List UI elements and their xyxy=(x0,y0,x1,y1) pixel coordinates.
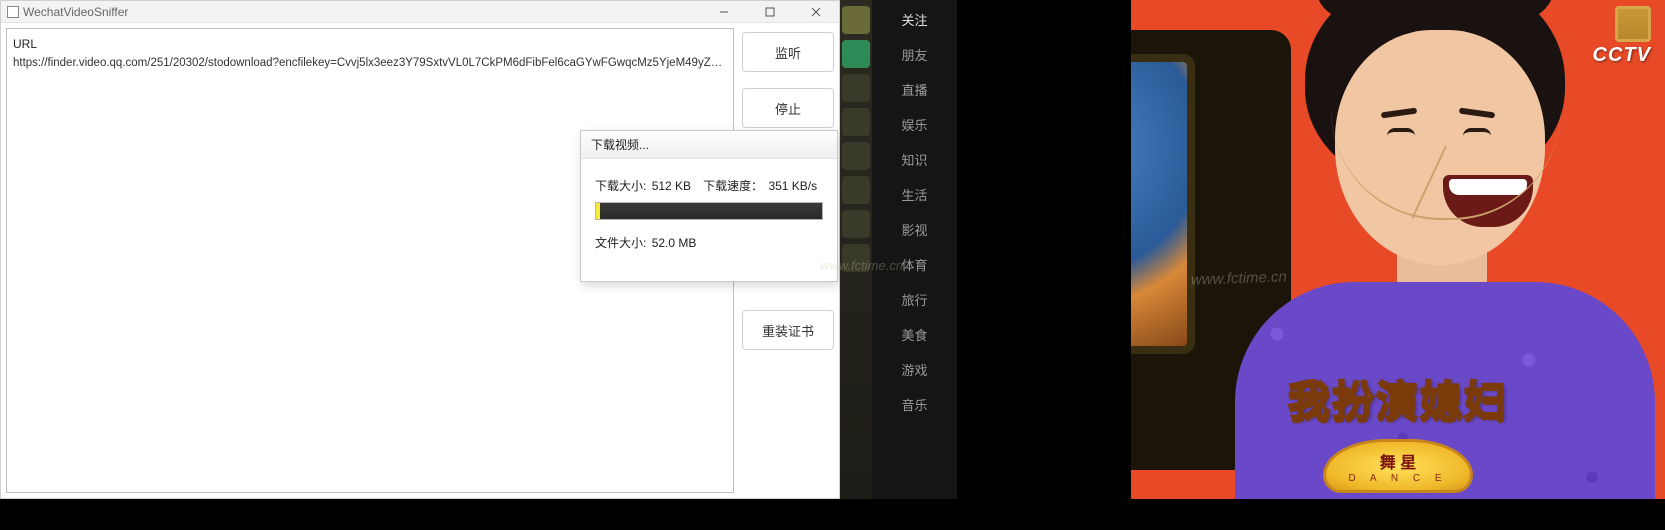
badge-subtitle: D A N C E xyxy=(1348,473,1447,484)
eyebrow xyxy=(1381,108,1417,119)
dialog-body: 下载大小: 512 KB 下载速度： 351 KB/s 文件大小: 52.0 M… xyxy=(581,159,837,281)
wechat-thumb[interactable] xyxy=(842,108,870,136)
eye xyxy=(1463,128,1491,136)
bottom-black-strip xyxy=(0,499,1665,530)
filesize-line: 文件大小: 52.0 MB xyxy=(595,234,823,251)
reinstall-cert-button[interactable]: 重装证书 xyxy=(742,310,834,350)
progress-bar xyxy=(595,202,823,220)
download-dialog: 下载视频... 下载大小: 512 KB 下载速度： 351 KB/s 文件大小… xyxy=(580,130,838,282)
mouth xyxy=(1443,175,1533,227)
wechat-thumb[interactable] xyxy=(842,142,870,170)
nav-item-food[interactable]: 美食 xyxy=(872,317,957,352)
wechat-channels-icon[interactable] xyxy=(842,40,870,68)
watermark-text: www.fctime.cn xyxy=(1191,268,1287,288)
wechat-account-strip xyxy=(840,0,872,499)
wechat-thumb[interactable] xyxy=(842,210,870,238)
nav-item-games[interactable]: 游戏 xyxy=(872,352,957,387)
download-speed-label: 下载速度： xyxy=(703,179,763,193)
download-size-label: 下载大小: xyxy=(595,179,646,193)
download-size-value: 512 KB xyxy=(652,179,691,193)
video-subtitle: 我扮演媳妇 xyxy=(1131,368,1665,429)
progress-fill xyxy=(596,203,600,219)
listen-button[interactable]: 监听 xyxy=(742,32,834,72)
nav-item-movies[interactable]: 影视 xyxy=(872,212,957,247)
wechat-thumb[interactable] xyxy=(842,176,870,204)
wechat-thumb[interactable] xyxy=(842,74,870,102)
eyebrow xyxy=(1459,108,1495,119)
window-controls xyxy=(701,1,839,23)
titlebar: WechatVideoSniffer xyxy=(1,1,839,23)
filesize-label: 文件大小: xyxy=(595,236,646,250)
nav-item-knowledge[interactable]: 知识 xyxy=(872,142,957,177)
maximize-button[interactable] xyxy=(747,1,793,23)
watermark-text: www.fctime.cn xyxy=(820,258,903,273)
url-label: URL xyxy=(13,37,727,51)
video-frame[interactable]: CCTV www.fctime.cn 我扮演媳妇 舞 星 D A N C E xyxy=(1131,0,1665,499)
face xyxy=(1335,30,1545,265)
video-pillar-left xyxy=(957,0,1131,499)
url-value[interactable]: https://finder.video.qq.com/251/20302/st… xyxy=(13,57,727,69)
badge-title: 舞 星 xyxy=(1380,449,1416,473)
wechat-category-nav: 关注 朋友 直播 娱乐 知识 生活 影视 体育 旅行 美食 游戏 音乐 xyxy=(872,0,957,499)
app-title: WechatVideoSniffer xyxy=(23,5,128,19)
channel-badge-icon xyxy=(1615,6,1651,42)
tv-screen xyxy=(1131,54,1195,354)
wechat-avatar[interactable] xyxy=(842,6,870,34)
nav-item-live[interactable]: 直播 xyxy=(872,72,957,107)
download-stats-line: 下载大小: 512 KB 下载速度： 351 KB/s xyxy=(595,177,823,194)
stop-button[interactable]: 停止 xyxy=(742,88,834,128)
dialog-title: 下载视频... xyxy=(581,131,837,159)
eye xyxy=(1387,128,1415,136)
nav-item-music[interactable]: 音乐 xyxy=(872,387,957,422)
nav-item-life[interactable]: 生活 xyxy=(872,177,957,212)
nav-item-travel[interactable]: 旅行 xyxy=(872,282,957,317)
close-button[interactable] xyxy=(793,1,839,23)
nav-item-friends[interactable]: 朋友 xyxy=(872,37,957,72)
channel-logo: CCTV xyxy=(1593,6,1651,67)
nav-item-entertainment[interactable]: 娱乐 xyxy=(872,107,957,142)
app-icon xyxy=(7,6,19,18)
contestant-badge: 舞 星 D A N C E xyxy=(1323,439,1473,493)
minimize-button[interactable] xyxy=(701,1,747,23)
download-speed-value: 351 KB/s xyxy=(768,179,817,193)
filesize-value: 52.0 MB xyxy=(652,236,697,250)
channel-name: CCTV xyxy=(1593,44,1651,67)
nav-item-follow[interactable]: 关注 xyxy=(872,2,957,37)
